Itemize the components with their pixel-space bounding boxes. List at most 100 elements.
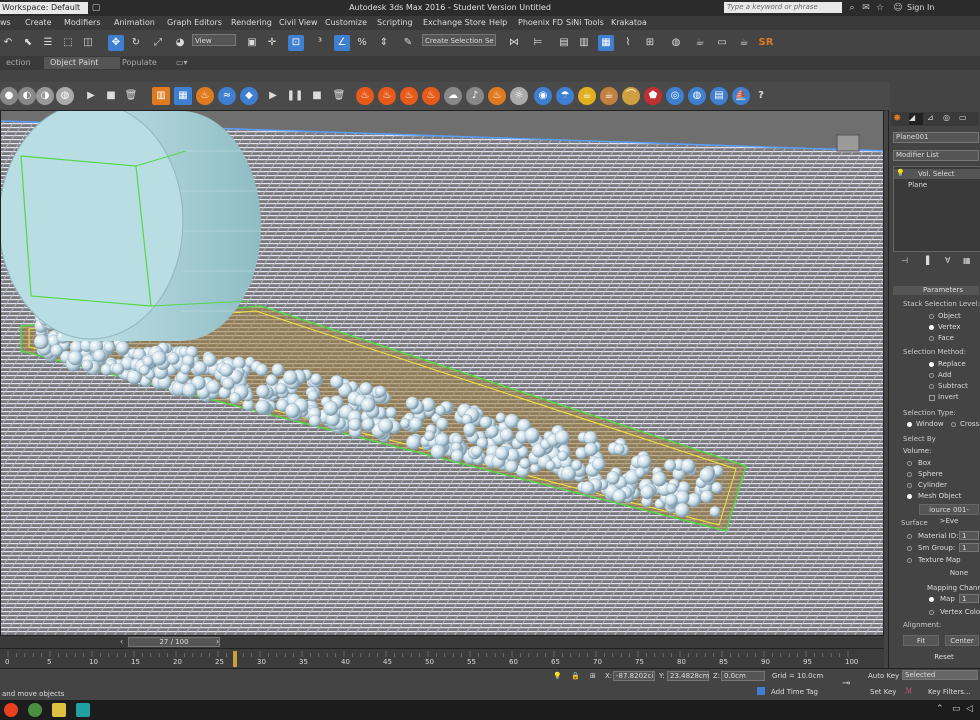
modifier-list-dropdown[interactable]: Modifier List [893,150,979,161]
radio-object[interactable] [929,314,934,319]
create-tab-icon[interactable]: ✸ [893,113,901,124]
reset-button[interactable]: Reset [919,652,969,663]
menu-item-rendering[interactable]: Rendering [231,17,272,29]
make-unique-icon[interactable]: ∀ [945,256,950,265]
phoenix-fire-icon[interactable]: ♨ [196,87,214,105]
phoenix-delete-icon[interactable]: 🗑 [330,87,348,105]
coffee-icon[interactable]: ☕ [600,87,618,105]
set-key-button[interactable]: Set Key [870,688,896,696]
radio-vertex-color[interactable] [929,610,934,615]
menu-item-modifiers[interactable]: Modifiers [64,17,101,29]
workspace-dropdown[interactable]: Workspace: Default [0,2,88,14]
snaps-toggle-icon[interactable]: ³ [312,35,328,51]
prev-frame-icon[interactable]: ‹ [120,637,123,646]
display-tab-icon[interactable]: ▭ [959,113,967,122]
align-icon[interactable]: ⊨ [530,35,546,51]
pin-stack-icon[interactable]: ⊣ [901,256,908,265]
radio-mesh-object[interactable] [907,494,912,499]
radio-subtract[interactable] [929,384,934,389]
phoenix-liquid-grid-icon[interactable]: ▦ [174,87,192,105]
ribbon-options-icon[interactable]: ▭▾ [170,57,194,69]
help-icon[interactable]: ? [752,87,770,105]
radio-face[interactable] [929,336,934,341]
3ds-max-icon[interactable] [76,703,90,717]
named-selection-dropdown[interactable]: Create Selection Se [422,34,496,46]
wind-icon[interactable]: ☼ [510,87,528,105]
place-icon[interactable]: ◕ [172,35,188,51]
render-production-icon[interactable]: ☕ [736,35,752,51]
menu-item-graph-editors[interactable]: Graph Editors [167,17,222,29]
play-icon[interactable]: ▶ [82,87,100,105]
sr-icon[interactable]: SR [758,35,774,51]
pivot-center-icon[interactable]: ▣ [244,35,260,51]
radio-texture-map[interactable] [907,558,912,563]
radio-sphere[interactable] [907,472,912,477]
object-name-field[interactable]: Plane001 [893,132,979,143]
auto-key-button[interactable]: Auto Key [868,672,899,680]
tab-object-paint[interactable]: Object Paint [44,57,120,69]
layer-explorer-icon[interactable]: ▤ [556,35,572,51]
phoenix-drop-icon[interactable]: ◆ [240,87,258,105]
keyboard-shortcut-icon[interactable]: ⊡ [288,35,304,51]
tab-selection[interactable]: ection [0,57,37,69]
select-by-name-icon[interactable]: ☰ [40,35,56,51]
percent-snap-icon[interactable]: % [354,35,370,51]
map-channel-spinner[interactable]: 1 [959,594,979,603]
tool-sphere-2-icon[interactable]: ◐ [18,87,36,105]
menu-item-exchange-store[interactable]: Exchange Store [423,17,486,29]
menu-item-create[interactable]: Create [25,17,52,29]
hierarchy-tab-icon[interactable]: ⊿ [927,113,934,122]
select-rotate-icon[interactable]: ↻ [128,35,144,51]
waterfall-icon[interactable]: ▤ [710,87,728,105]
rain-icon[interactable]: ◍ [688,87,706,105]
radio-box[interactable] [907,461,912,466]
perspective-viewport[interactable] [0,110,884,636]
phoenix-grid-icon[interactable]: ▥ [152,87,170,105]
menu-item-help[interactable]: Help [489,17,507,29]
key-filters-button[interactable]: Key Filters... [928,688,971,696]
volume-icon[interactable]: ◁ [966,704,973,714]
file-explorer-icon[interactable] [52,703,66,717]
window-crossing-icon[interactable]: ◫ [80,35,96,51]
torch-icon[interactable]: ♨ [488,87,506,105]
rect-selection-icon[interactable]: ⬚ [60,35,76,51]
curve-editor-icon[interactable]: ⌇ [620,35,636,51]
tool-globe-icon[interactable]: ◍ [56,87,74,105]
menu-item-phoenix-fd[interactable]: Phoenix FD [518,17,563,29]
taskbar-app-icon[interactable] [4,703,18,717]
liquid-pour-icon[interactable]: ◉ [534,87,552,105]
menu-item-krakatoa[interactable]: Krakatoa [611,17,647,29]
tool-sphere-icon[interactable]: ● [0,87,18,105]
move-gizmo-icon[interactable]: ✛ [264,35,280,51]
ribbon-toggle-icon[interactable]: ▥ [576,35,592,51]
search-icon[interactable]: ⌕ [846,2,858,14]
time-slider[interactable]: ‹ 27 / 100 › [0,636,884,648]
mesh-object-pick-button[interactable]: iource 001->Eve [919,504,979,525]
menu-item-civil-view[interactable]: Civil View [279,17,318,29]
remove-modifier-icon[interactable]: ▦ [963,256,971,265]
schematic-view-icon[interactable]: ⊞ [642,35,658,51]
stack-item-plane[interactable]: Plane [908,181,927,189]
render-setup-icon[interactable]: ☕ [692,35,708,51]
phoenix-pause-icon[interactable]: ❚❚ [286,87,304,105]
phoenix-stop-icon[interactable]: ■ [308,87,326,105]
search-input[interactable]: Type a keyword or phrase [724,2,842,13]
tray-arrow-icon[interactable]: ⌃ [936,704,944,714]
radio-replace[interactable] [929,362,934,367]
parameters-rollout[interactable]: Parameters [893,286,979,295]
spinner-snap-icon[interactable]: ⇕ [376,35,392,51]
radio-cylinder[interactable] [907,483,912,488]
time-slider-knob[interactable]: 27 / 100 [128,637,220,647]
menu-item-customize[interactable]: Customize [325,17,367,29]
lock-selection-icon[interactable]: 🔒 [571,672,580,680]
undo-icon[interactable]: ↶ [0,35,16,51]
track-bar[interactable]: 0 5 10 15 20 25 30 35 40 45 50 55 60 65 70 75 80 85 90 95 10… [0,648,884,669]
fire-source-icon[interactable]: ♨ [356,87,374,105]
scene-explorer-icon[interactable]: ▦ [598,35,614,51]
menu-item-scripting[interactable]: Scripting [377,17,413,29]
radio-sm-group[interactable] [907,546,912,551]
fire-gasoline-icon[interactable]: ♨ [400,87,418,105]
set-key-icon[interactable]: ℳ [905,687,913,695]
phoenix-play-icon[interactable]: ▶ [264,87,282,105]
x-coordinate-field[interactable]: -87.8202ci [613,671,655,681]
